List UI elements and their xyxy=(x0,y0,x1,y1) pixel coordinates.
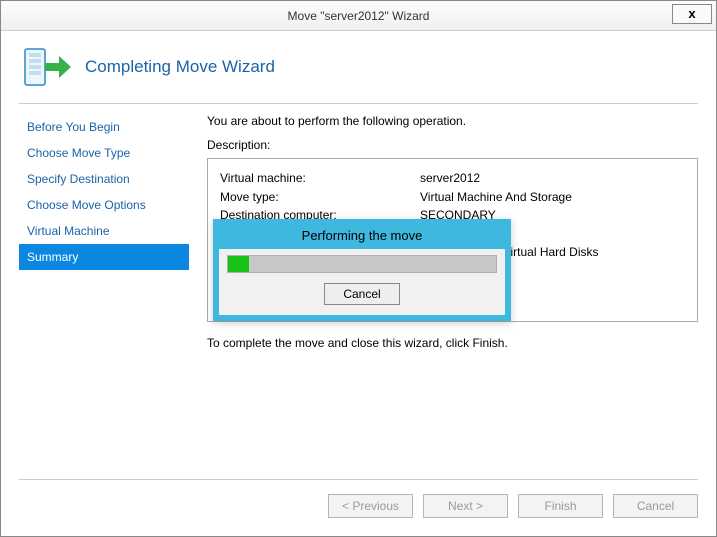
summary-row: Move type:Virtual Machine And Storage xyxy=(220,188,685,207)
progress-dialog: Performing the move Cancel xyxy=(213,219,511,321)
wizard-window: Move "server2012" Wizard x Completing Mo… xyxy=(0,0,717,537)
summary-key: Virtual machine: xyxy=(220,169,420,188)
progress-dialog-body: Cancel xyxy=(219,249,505,315)
previous-button: < Previous xyxy=(328,494,413,518)
description-label: Description: xyxy=(207,138,698,152)
summary-row: Virtual machine:server2012 xyxy=(220,169,685,188)
progress-dialog-title: Performing the move xyxy=(219,225,505,249)
summary-value: Virtual Machine And Storage xyxy=(420,188,572,207)
sidebar-item-specify-destination[interactable]: Specify Destination xyxy=(19,166,189,192)
header-divider xyxy=(19,103,698,104)
wizard-sidebar: Before You Begin Choose Move Type Specif… xyxy=(19,112,189,362)
next-button: Next > xyxy=(423,494,508,518)
cancel-button: Cancel xyxy=(613,494,698,518)
summary-value: server2012 xyxy=(420,169,480,188)
progress-bar xyxy=(227,255,497,273)
progress-cancel-button[interactable]: Cancel xyxy=(324,283,400,305)
move-wizard-icon xyxy=(19,41,71,93)
intro-text: You are about to perform the following o… xyxy=(207,114,698,128)
window-title: Move "server2012" Wizard xyxy=(288,9,430,23)
sidebar-item-virtual-machine[interactable]: Virtual Machine xyxy=(19,218,189,244)
footer-note: To complete the move and close this wiza… xyxy=(207,336,698,350)
wizard-header: Completing Move Wizard xyxy=(1,31,716,103)
close-button[interactable]: x xyxy=(672,4,712,24)
titlebar: Move "server2012" Wizard x xyxy=(1,1,716,31)
sidebar-item-before-you-begin[interactable]: Before You Begin xyxy=(19,114,189,140)
summary-key: Move type: xyxy=(220,188,420,207)
sidebar-item-choose-move-options[interactable]: Choose Move Options xyxy=(19,192,189,218)
page-title: Completing Move Wizard xyxy=(85,57,275,77)
sidebar-item-summary[interactable]: Summary xyxy=(19,244,189,270)
finish-button: Finish xyxy=(518,494,603,518)
button-bar: < Previous Next > Finish Cancel xyxy=(1,480,716,536)
progress-bar-fill xyxy=(228,256,249,272)
sidebar-item-choose-move-type[interactable]: Choose Move Type xyxy=(19,140,189,166)
